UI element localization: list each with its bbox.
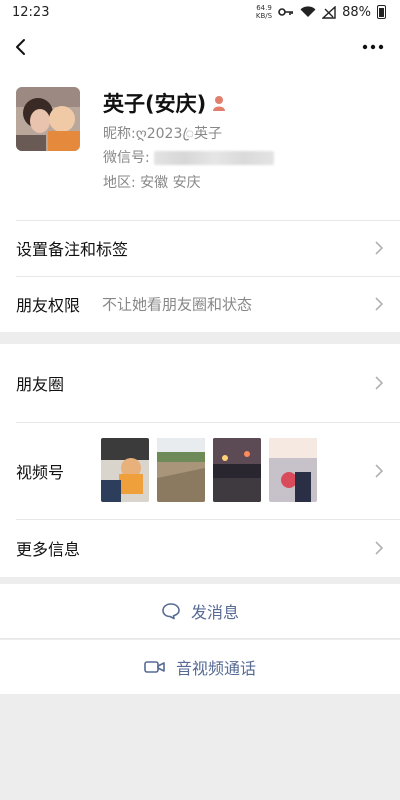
- more-info-row[interactable]: 更多信息: [0, 519, 400, 577]
- status-bar: 12:23 64.9 KB/S 88%: [0, 0, 400, 24]
- channels-thumbnails: [101, 438, 317, 502]
- divider: [0, 638, 400, 639]
- chevron-right-icon: [375, 463, 384, 478]
- channel-thumbnail[interactable]: [101, 438, 149, 502]
- wifi-icon: [300, 6, 316, 18]
- more-options-icon[interactable]: [360, 32, 386, 62]
- wechat-id: 微信号:: [103, 147, 275, 167]
- region: 地区: 安徽 安庆: [103, 172, 201, 192]
- region-value: 安徽 安庆: [140, 175, 201, 191]
- profile-card: 英子(安庆) 昵称:ღ2023ꦿ英子 微信号: 地区: 安徽 安庆: [0, 70, 400, 220]
- top-bar: [0, 24, 400, 70]
- settings-group: 设置备注和标签 朋友权限 不让她看朋友圈和状态: [0, 220, 400, 332]
- send-message-label: 发消息: [190, 603, 239, 622]
- battery-percent: 88%: [342, 4, 371, 20]
- friend-permission-row[interactable]: 朋友权限 不让她看朋友圈和状态: [0, 276, 400, 332]
- back-icon[interactable]: [10, 32, 38, 62]
- channel-thumbnail[interactable]: [157, 438, 205, 502]
- profile-name: 英子(安庆): [103, 88, 226, 118]
- battery-icon: [377, 5, 386, 19]
- more-info-label: 更多信息: [16, 540, 81, 559]
- avatar-photo: [16, 87, 80, 151]
- channels-label: 视频号: [16, 462, 65, 482]
- moments-label: 朋友圈: [16, 375, 65, 394]
- network-speed: 64.9 KB/S: [256, 4, 272, 20]
- wechat-id-blurred: [154, 151, 275, 165]
- info-group: 朋友圈 视频号 更多信息: [0, 344, 400, 577]
- avatar[interactable]: [16, 87, 80, 151]
- chat-bubble-icon: [162, 603, 180, 620]
- friend-permission-label: 朋友权限: [16, 296, 81, 315]
- wechat-id-label: 微信号:: [103, 150, 150, 166]
- channel-thumbnail[interactable]: [213, 438, 261, 502]
- remark-tags-row[interactable]: 设置备注和标签: [0, 220, 400, 276]
- key-icon: [278, 8, 294, 16]
- channel-thumbnail[interactable]: [269, 438, 317, 502]
- nickname-label: 昵称:: [103, 126, 136, 142]
- status-time: 12:23: [12, 4, 50, 20]
- video-camera-icon: [144, 661, 165, 673]
- remark-tags-label: 设置备注和标签: [16, 240, 129, 259]
- voice-video-call-button[interactable]: 音视频通话: [0, 640, 400, 694]
- female-gender-icon: [213, 96, 226, 111]
- chevron-right-icon: [375, 376, 384, 390]
- chevron-right-icon: [375, 297, 384, 311]
- send-message-button[interactable]: 发消息: [0, 584, 400, 638]
- network-speed-unit: KB/S: [255, 12, 273, 20]
- channels-row[interactable]: 视频号: [0, 422, 400, 519]
- nickname-value: ღ2023ꦿ英子: [135, 126, 223, 142]
- region-label: 地区:: [103, 175, 136, 191]
- voice-video-call-label: 音视频通话: [175, 659, 256, 678]
- chevron-right-icon: [375, 241, 384, 255]
- profile-name-text: 英子(安庆): [103, 92, 207, 116]
- friend-permission-value: 不让她看朋友圈和状态: [102, 295, 253, 314]
- chevron-right-icon: [375, 541, 384, 555]
- moments-row[interactable]: 朋友圈: [0, 344, 400, 422]
- network-speed-value: 64.9: [256, 4, 272, 12]
- no-signal-icon: [322, 5, 336, 19]
- status-icons: 64.9 KB/S 88%: [256, 4, 386, 20]
